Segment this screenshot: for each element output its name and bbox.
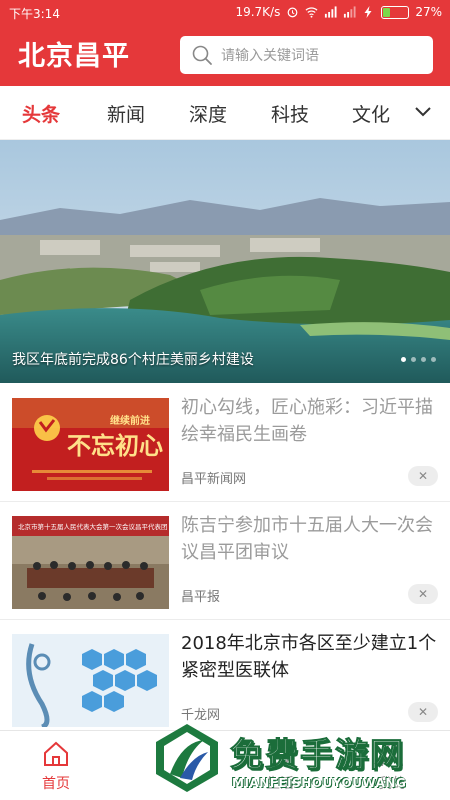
tab-depth[interactable]: 深度 xyxy=(189,100,227,127)
news-source: 昌平报 xyxy=(181,590,221,605)
close-icon: ✕ xyxy=(417,469,429,483)
news-thumbnail: 北京市第十五届人民代表大会第一次会议昌平代表团 xyxy=(12,516,169,609)
news-thumbnail xyxy=(12,634,169,727)
news-item[interactable]: 北京市第十五届人民代表大会第一次会议昌平代表团 陈吉宁参加市十五届人大一次会议昌… xyxy=(0,502,450,620)
thumb-subtitle: 继续前进 xyxy=(110,414,150,427)
news-item[interactable]: 继续前进 不忘初心 初心勾线，匠心施彩：习近平描绘幸福民生画卷 昌平新闻网 ✕ xyxy=(0,384,450,502)
news-source: 千龙网 xyxy=(181,708,221,723)
dismiss-button[interactable]: ✕ xyxy=(408,702,438,722)
tab-culture[interactable]: 文化 xyxy=(352,100,390,127)
battery-icon xyxy=(381,5,410,19)
watermark-title: 免费手游网 xyxy=(230,735,405,775)
banner-carousel[interactable]: 我区年底前完成86个村庄美丽乡村建设 xyxy=(0,140,450,383)
carousel-dot[interactable] xyxy=(401,357,406,362)
tab-headlines[interactable]: 头条 xyxy=(22,100,60,127)
news-title[interactable]: 陈吉宁参加市十五届人大一次会议昌平团审议 xyxy=(181,512,439,566)
carousel-dots xyxy=(401,357,436,362)
thumb-banner-text: 北京市第十五届人民代表大会第一次会议昌平代表团 xyxy=(18,522,168,531)
search-icon xyxy=(192,45,212,65)
tab-news[interactable]: 新闻 xyxy=(107,100,145,127)
charging-icon xyxy=(364,6,372,18)
status-right: 19.7K/s 27% xyxy=(235,5,442,19)
battery-fill xyxy=(383,7,390,17)
app-header: 下午3:14 19.7K/s 27% 北京昌平 请输入关键词语 xyxy=(0,0,450,86)
carousel-dot[interactable] xyxy=(411,357,416,362)
search-box[interactable]: 请输入关键词语 xyxy=(180,36,433,74)
carousel-dot[interactable] xyxy=(431,357,436,362)
carousel-dot[interactable] xyxy=(421,357,426,362)
watermark-logo-icon xyxy=(156,724,218,792)
signal-icon xyxy=(325,6,337,18)
dismiss-button[interactable]: ✕ xyxy=(408,584,438,604)
news-title[interactable]: 初心勾线，匠心施彩：习近平描绘幸福民生画卷 xyxy=(181,394,439,448)
close-icon: ✕ xyxy=(417,705,429,719)
nav-home-label: 首页 xyxy=(42,776,70,792)
news-item[interactable]: 2018年北京市各区至少建立1个紧密型医联体 千龙网 ✕ xyxy=(0,620,450,738)
news-thumbnail: 继续前进 不忘初心 xyxy=(12,398,169,491)
network-speed: 19.7K/s xyxy=(235,5,281,19)
wifi-icon xyxy=(305,7,318,18)
alarm-icon xyxy=(287,7,298,18)
watermark: 免费手游网 MIANFEISHOUYOUWANG xyxy=(152,722,450,800)
app-logo[interactable]: 北京昌平 xyxy=(18,34,130,73)
close-icon: ✕ xyxy=(417,587,429,601)
chevron-down-icon[interactable] xyxy=(414,102,432,120)
thumb-title: 不忘初心 xyxy=(67,431,163,460)
search-placeholder: 请输入关键词语 xyxy=(221,48,319,64)
home-icon xyxy=(44,741,68,766)
news-source: 昌平新闻网 xyxy=(181,472,247,487)
status-bar: 下午3:14 19.7K/s 27% xyxy=(0,0,450,26)
banner-image xyxy=(0,140,450,383)
signal-icon-2 xyxy=(344,6,356,18)
news-title[interactable]: 2018年北京市各区至少建立1个紧密型医联体 xyxy=(181,630,439,684)
status-time: 下午3:14 xyxy=(9,7,60,21)
watermark-subtitle: MIANFEISHOUYOUWANG xyxy=(232,776,407,790)
battery-percent: 27% xyxy=(415,5,442,19)
dismiss-button[interactable]: ✕ xyxy=(408,466,438,486)
tab-technology[interactable]: 科技 xyxy=(271,100,309,127)
nav-home[interactable]: 首页 xyxy=(16,739,96,793)
banner-caption: 我区年底前完成86个村庄美丽乡村建设 xyxy=(12,352,254,368)
category-tabs: 头条 新闻 深度 科技 文化 xyxy=(0,86,450,140)
